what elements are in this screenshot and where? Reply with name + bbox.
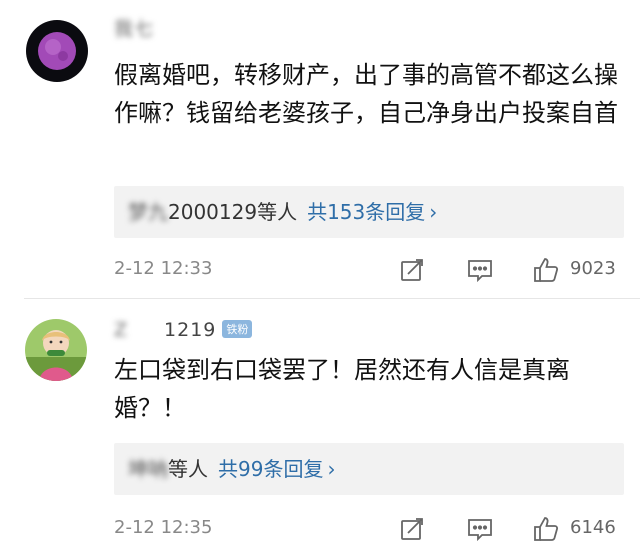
username-redacted: Z (114, 319, 129, 341)
reply-names-redacted: 梦九 (128, 200, 168, 224)
reply-count-link[interactable]: 共99条回复 (218, 457, 323, 481)
username[interactable]: 我七 (114, 14, 154, 41)
timestamp: 2-12 12:33 (114, 258, 213, 279)
replies-preview[interactable]: 坤呐等人 共99条回复 › (114, 443, 624, 495)
fan-badge: 铁粉 (222, 320, 253, 338)
reply-names-text: 等人 (168, 457, 208, 481)
like-count: 9023 (570, 258, 616, 279)
comment-item: 我七 假离婚吧，转移财产，出了事的高管不都这么操作嘛？钱留给老婆孩子，自己净身出… (0, 0, 640, 298)
reply-count-link[interactable]: 共153条回复 (307, 200, 425, 224)
edit-share-icon[interactable] (398, 515, 426, 543)
thumbs-up-icon[interactable] (532, 256, 560, 284)
avatar[interactable] (26, 20, 88, 82)
like-count: 6146 (570, 517, 616, 538)
comment-footer: 2-12 12:33 9023 (114, 256, 624, 286)
comment-text: 假离婚吧，转移财产，出了事的高管不都这么操作嘛？钱留给老婆孩子，自己净身出户投案… (114, 61, 618, 127)
comment-footer: 2-12 12:35 6146 (114, 515, 624, 545)
comment-icon[interactable] (466, 515, 494, 543)
comment-item: Z 1219 铁粉 左口袋到右口袋罢了！居然还有人信是真离婚？！ 坤呐等人 共99条回… (0, 299, 640, 557)
reply-names: 坤呐等人 (114, 457, 208, 481)
chevron-right-icon: › (429, 200, 438, 224)
reply-names-redacted: 坤呐 (128, 457, 168, 481)
replies-preview[interactable]: 梦九2000129等人 共153条回复 › (114, 186, 624, 238)
username-text: 我七 (114, 18, 155, 40)
reply-names-text: 2000129等人 (168, 200, 298, 224)
comment-text: 左口袋到右口袋罢了！居然还有人信是真离婚？！ (114, 356, 570, 422)
edit-share-icon[interactable] (398, 256, 426, 284)
timestamp: 2-12 12:35 (114, 517, 213, 538)
chevron-right-icon: › (327, 457, 336, 481)
comment-icon[interactable] (466, 256, 494, 284)
username-text: 1219 (164, 319, 217, 341)
avatar[interactable] (25, 319, 87, 381)
reply-names: 梦九2000129等人 (114, 200, 297, 224)
thumbs-up-icon[interactable] (532, 515, 560, 543)
username[interactable]: Z 1219 铁粉 (114, 319, 253, 341)
